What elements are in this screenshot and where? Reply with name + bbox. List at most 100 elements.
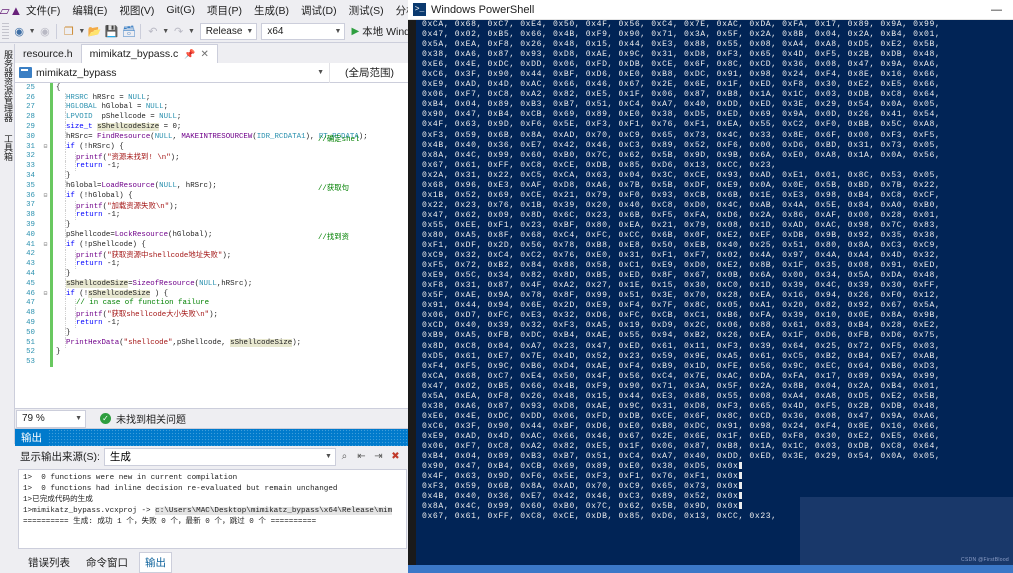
navigate-back-icon[interactable]: ◉ [36,22,53,40]
new-project-icon[interactable]: ❐ [60,22,77,40]
powershell-title: Windows PowerShell [431,3,535,16]
code-line[interactable]: 45 sShellcodeSize=SizeofResource(NULL,hRS… [15,278,410,289]
line-number: 44 [26,270,35,279]
tab-resource-h[interactable]: resource.h [15,44,81,63]
tab-error-list[interactable]: 错误列表 [23,553,75,572]
code-line[interactable]: 32 printf("资源未找到! \n"); [15,151,410,162]
code-line[interactable]: 39} [15,220,410,230]
find-message-icon[interactable]: ⌕ [336,448,353,465]
navigate-forward-icon[interactable]: ◉ [11,22,28,40]
tab-label: resource.h [23,47,73,60]
solution-configuration-combo[interactable]: Release ▼ [199,22,258,40]
menu-item-6[interactable]: 调试(D) [295,1,343,20]
line-number: 40 [26,230,35,239]
solution-platform-combo[interactable]: x64 ▼ [261,22,346,40]
menu-item-4[interactable]: 项目(P) [201,1,248,20]
code-line[interactable]: 30 hRSrc= FindResource(NULL, MAKEINTRESOU… [15,131,410,144]
scope-member-combo[interactable]: (全局范围) [330,62,410,83]
code-line[interactable]: 51 PrintHexData("shellcode",pShellcode, s… [15,337,410,348]
change-marker [50,249,53,260]
menu-item-1[interactable]: 编辑(E) [66,1,113,20]
menu-item-2[interactable]: 视图(V) [113,1,160,20]
indent-guide [56,259,66,270]
code-line[interactable]: 44} [15,269,410,279]
save-icon[interactable]: 💾 [103,22,120,40]
code-line[interactable]: 42 printf("获取资源中shellcode地址失败"); [15,249,410,260]
code-text: } [66,221,71,230]
chevron-down-icon[interactable]: ▼ [28,28,37,35]
indent-guide [66,210,76,221]
collapse-icon[interactable]: ⊟ [41,143,50,150]
powershell-title-bar[interactable]: >_ Windows PowerShell — [408,0,1013,20]
menu-item-8[interactable]: 分析 [390,1,410,20]
output-panel-title: 输出 [21,432,42,444]
zoom-level-combo[interactable]: 79 % ▼ [16,409,86,428]
collapse-icon[interactable]: ⊟ [41,192,50,199]
code-line[interactable]: 43 return -1; [15,259,410,270]
panel-drag-dots[interactable] [48,429,410,446]
code-line[interactable]: 27 HGLOBAL hGlobal = NULL; [15,102,410,113]
code-line[interactable]: 46 ⊟ if (!sShellcodeSize ) { [15,288,410,299]
menu-item-5[interactable]: 生成(B) [248,1,295,20]
undo-icon[interactable]: ↶ [144,22,161,40]
menu-item-7[interactable]: 测试(S) [343,1,390,20]
code-line[interactable]: 38 return -1; [15,210,410,221]
chevron-down-icon[interactable]: ▼ [161,28,170,35]
change-marker [50,92,53,103]
code-text: pShellcode=LockResource(hGlobal);//找到资 [66,230,350,242]
collapse-icon[interactable]: ⊟ [41,241,50,248]
start-debug-label[interactable]: 本地 Wind [362,24,410,39]
chevron-down-icon[interactable]: ▼ [78,28,87,35]
pin-icon[interactable]: 📌 [184,49,195,60]
minimize-button[interactable]: — [980,0,1013,20]
code-line[interactable]: 25 { [15,83,410,93]
toolbar-grip[interactable] [2,23,9,39]
code-line[interactable]: 48 printf("获取shellcode大小失败\n"); [15,308,410,319]
collapse-icon[interactable]: ⊟ [41,290,50,297]
code-line[interactable]: 37 printf("加载资源失败\n"); [15,200,410,211]
redo-icon[interactable]: ↷ [170,22,187,40]
tab-mimikatz-bypass-c[interactable]: mimikatz_bypass.c 📌 ✕ [80,44,218,63]
scope-project-combo[interactable]: mimikatz_bypass ▼ [15,62,330,83]
line-number: 33 [26,162,35,171]
output-text-area[interactable]: 1> 0 functions were new in current compi… [18,469,407,549]
menu-item-3[interactable]: Git(G) [160,2,201,18]
close-icon[interactable]: ✕ [201,49,209,60]
console-scrollbar[interactable] [408,20,416,565]
save-all-icon[interactable]: 🗃 [120,22,137,40]
tab-output[interactable]: 输出 [139,551,172,573]
chevron-down-icon[interactable]: ▼ [187,28,196,35]
code-line[interactable]: 53 [15,357,410,368]
change-marker [50,131,53,142]
powershell-console-output[interactable]: 0xCA, 0x68, 0xC7, 0xE4, 0x50, 0x4F, 0x56… [408,20,1013,565]
change-marker [50,337,53,348]
console-line: 0x5A, 0xEA, 0xF8, 0x26, 0x48, 0x15, 0x44… [422,391,941,401]
go-to-previous-icon[interactable]: ⇤ [353,448,370,465]
code-line[interactable]: 40 pShellcode=LockResource(hGlobal);//找到资 [15,229,410,242]
open-file-icon[interactable]: 📂 [86,22,103,40]
console-line: 0xD5, 0x61, 0xE7, 0x7E, 0x4D, 0x52, 0x23… [422,351,941,361]
code-line[interactable]: 26 HRSRC hRSrc = NULL; [15,92,410,103]
clear-all-icon[interactable]: ✖ [387,448,404,465]
code-line[interactable]: 34} [15,171,410,181]
indent-guide [56,92,66,103]
code-text: PrintHexData("shellcode",pShellcode, sSh… [66,338,302,347]
code-line[interactable]: 35 hGlobal=LoadResource(NULL, hRSrc);//获取… [15,180,410,193]
code-editor[interactable]: 25 {26 HRSRC hRSrc = NULL; 27 HGLOBAL hGloba… [15,83,410,408]
code-line[interactable]: 50} [15,327,410,338]
indent-guide [66,249,76,260]
code-line[interactable]: 29 size_t sShellcodeSize = 0; [15,122,410,132]
console-line: 0x90, 0x47, 0xB4, 0xCB, 0x69, 0x89, 0xE0… [408,462,1013,472]
line-number: 43 [26,260,35,269]
console-line: 0xCD, 0x40, 0x39, 0x32, 0xF3, 0xA5, 0x19… [422,321,941,331]
console-line: 0x38, 0xA6, 0x87, 0x93, 0xD8, 0xAE, 0x9C… [422,50,941,60]
code-line[interactable]: 49 return -1; [15,318,410,328]
output-source-combo[interactable]: 生成 ▼ [103,447,336,466]
menu-item-0[interactable]: 文件(F) [20,1,66,20]
code-line[interactable]: 28 LPVOID pShellcode = NULL; [15,112,410,123]
code-line[interactable]: 52} [15,347,410,358]
start-debug-icon[interactable]: ▶ [349,26,362,37]
tab-command-window[interactable]: 命令窗口 [81,553,133,572]
code-line[interactable]: 33 return -1; [15,161,410,172]
go-to-next-icon[interactable]: ⇥ [370,448,387,465]
